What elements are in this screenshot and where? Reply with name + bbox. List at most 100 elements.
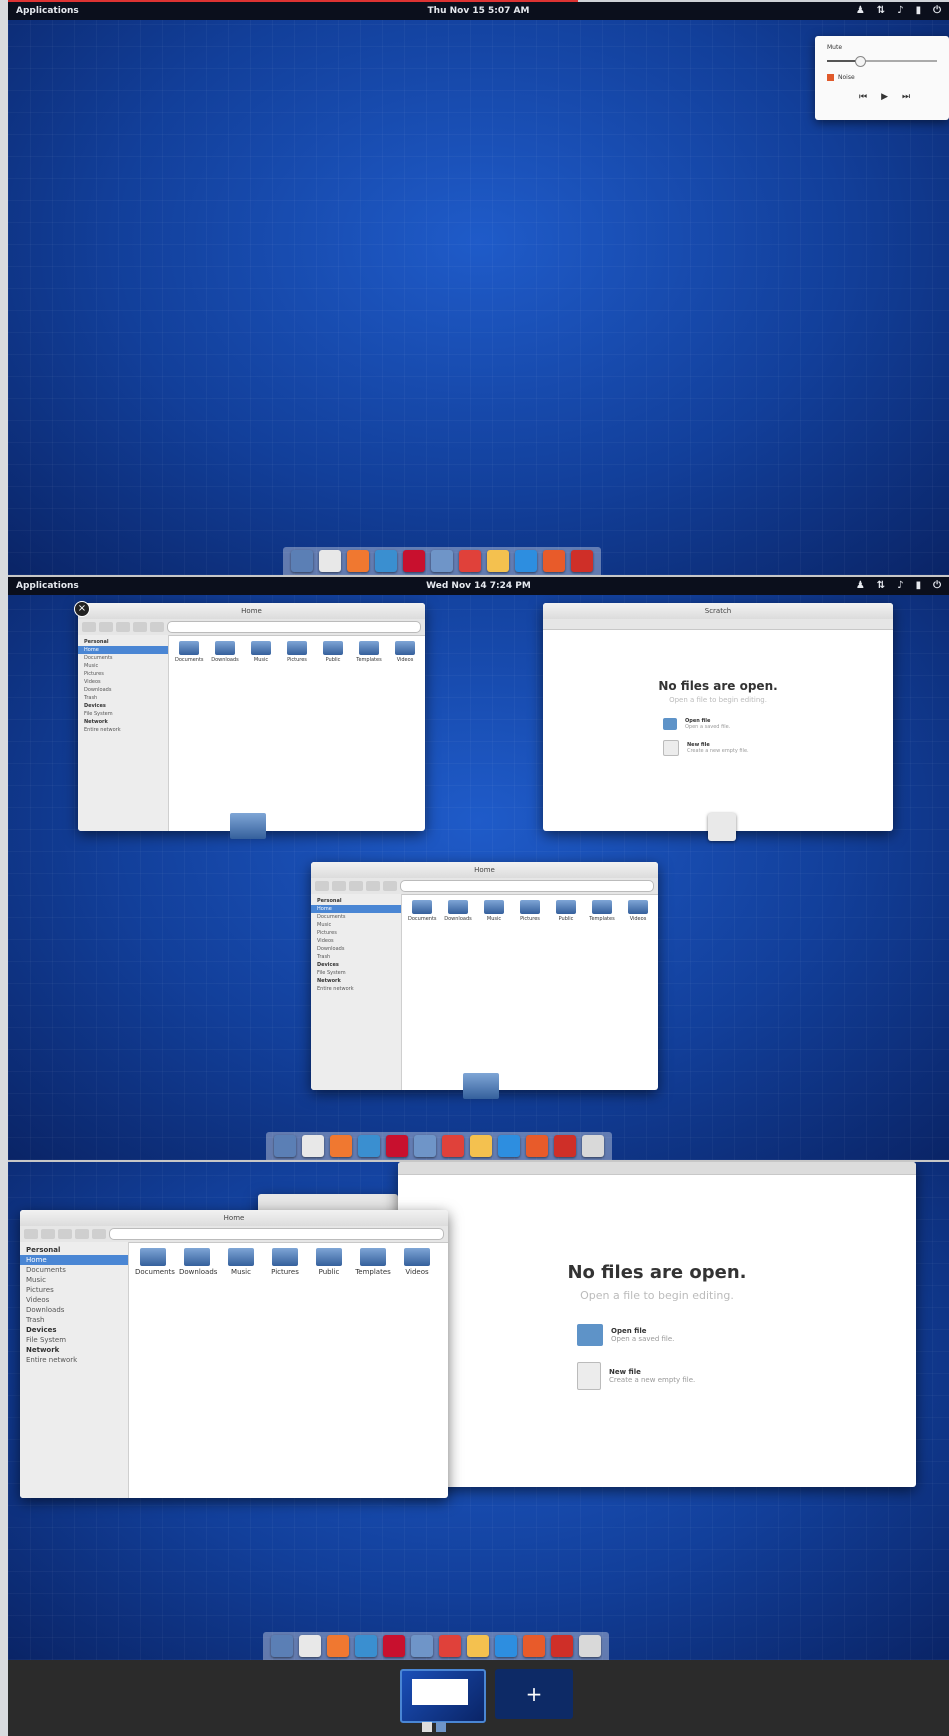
- columns-button[interactable]: [383, 881, 397, 891]
- list-button[interactable]: [133, 622, 147, 632]
- back-button[interactable]: [315, 881, 329, 891]
- notes-icon[interactable]: [470, 1135, 492, 1157]
- sound-icon[interactable]: ♪: [897, 5, 903, 16]
- folder-music[interactable]: Music: [480, 900, 508, 922]
- sidebar-item-documents[interactable]: Documents: [20, 1265, 128, 1275]
- user-icon[interactable]: ♟: [856, 5, 865, 16]
- folder-documents[interactable]: Documents: [408, 900, 437, 922]
- sidebar-item-videos[interactable]: Videos: [78, 678, 168, 686]
- sidebar-item-videos[interactable]: Videos: [20, 1295, 128, 1305]
- network-icon[interactable]: ⇅: [877, 580, 885, 591]
- folder-videos[interactable]: Videos: [399, 1248, 435, 1276]
- battery-icon[interactable]: ▮: [916, 5, 922, 16]
- folder-public[interactable]: Public: [319, 641, 347, 663]
- sidebar-item-trash[interactable]: Trash: [78, 694, 168, 702]
- calendar-icon[interactable]: [459, 550, 481, 572]
- list-button[interactable]: [366, 881, 380, 891]
- columns-button[interactable]: [92, 1229, 106, 1239]
- sidebar-item-music[interactable]: Music: [311, 921, 401, 929]
- web-browser-icon[interactable]: [299, 1635, 321, 1657]
- sidebar-item-file-system[interactable]: File System: [20, 1335, 128, 1345]
- music-icon[interactable]: [327, 1635, 349, 1657]
- app-center-icon[interactable]: [515, 550, 537, 572]
- multitasking-icon[interactable]: [274, 1135, 296, 1157]
- folder-music[interactable]: Music: [247, 641, 275, 663]
- app-center-icon[interactable]: [498, 1135, 520, 1157]
- sidebar-item-entire-network[interactable]: Entire network: [78, 726, 168, 734]
- sidebar-item-music[interactable]: Music: [20, 1275, 128, 1285]
- photos-icon[interactable]: [523, 1635, 545, 1657]
- web-browser-icon[interactable]: [319, 550, 341, 572]
- clock[interactable]: Thu Nov 15 5:07 AM: [428, 6, 530, 16]
- store-icon[interactable]: [551, 1635, 573, 1657]
- sidebar-item-pictures[interactable]: Pictures: [20, 1285, 128, 1295]
- power-icon[interactable]: ⏻: [933, 580, 941, 591]
- battery-icon[interactable]: ▮: [916, 580, 922, 591]
- files-icon[interactable]: [431, 550, 453, 572]
- now-playing[interactable]: Noise: [827, 74, 855, 81]
- volume-slider[interactable]: [827, 56, 937, 67]
- close-window-icon[interactable]: ×: [74, 601, 90, 617]
- sidebar-item-trash[interactable]: Trash: [311, 953, 401, 961]
- forward-button[interactable]: [332, 881, 346, 891]
- folder-templates[interactable]: Templates: [355, 1248, 391, 1276]
- sidebar-item-home[interactable]: Home: [20, 1255, 128, 1265]
- sidebar-item-file-system[interactable]: File System: [78, 710, 168, 718]
- list-button[interactable]: [75, 1229, 89, 1239]
- new-file-button-3[interactable]: New file Create a new empty file.: [577, 1362, 737, 1390]
- applications-menu[interactable]: Applications: [16, 6, 79, 16]
- sidebar-item-downloads[interactable]: Downloads: [20, 1305, 128, 1315]
- video-icon[interactable]: [403, 550, 425, 572]
- open-file-button[interactable]: Open file Open a saved file.: [663, 718, 773, 730]
- sidebar-item-home[interactable]: Home: [311, 905, 401, 913]
- path-bar[interactable]: [400, 880, 654, 892]
- folder-templates[interactable]: Templates: [355, 641, 383, 663]
- sound-icon[interactable]: ♪: [897, 580, 903, 591]
- files-window[interactable]: Home Personal Home Documents Music Pictures Vi…: [20, 1210, 448, 1498]
- user-icon[interactable]: ♟: [856, 580, 865, 591]
- chat-icon[interactable]: [375, 550, 397, 572]
- power-icon[interactable]: ⏻: [933, 5, 941, 16]
- sidebar-item-videos[interactable]: Videos: [311, 937, 401, 945]
- network-icon[interactable]: ⇅: [877, 5, 885, 16]
- previous-icon[interactable]: ⏮: [859, 92, 867, 102]
- files-icon[interactable]: [414, 1135, 436, 1157]
- columns-button[interactable]: [150, 622, 164, 632]
- folder-downloads[interactable]: Downloads: [179, 1248, 217, 1276]
- sidebar-item-pictures[interactable]: Pictures: [78, 670, 168, 678]
- folder-templates[interactable]: Templates: [588, 900, 616, 922]
- text-editor-icon[interactable]: [582, 1135, 604, 1157]
- sidebar-item-pictures[interactable]: Pictures: [311, 929, 401, 937]
- folder-videos[interactable]: Videos: [391, 641, 419, 663]
- chat-icon[interactable]: [355, 1635, 377, 1657]
- photos-icon[interactable]: [526, 1135, 548, 1157]
- sidebar-item-music[interactable]: Music: [78, 662, 168, 670]
- forward-button[interactable]: [99, 622, 113, 632]
- video-icon[interactable]: [383, 1635, 405, 1657]
- editor-window[interactable]: No files are open. Open a file to begin …: [398, 1162, 916, 1487]
- folder-music[interactable]: Music: [223, 1248, 259, 1276]
- folder-pictures[interactable]: Pictures: [516, 900, 544, 922]
- view-button[interactable]: [58, 1229, 72, 1239]
- files-icon[interactable]: [411, 1635, 433, 1657]
- folder-videos[interactable]: Videos: [624, 900, 652, 922]
- music-icon[interactable]: [347, 550, 369, 572]
- path-bar[interactable]: [109, 1228, 444, 1240]
- sidebar-item-trash[interactable]: Trash: [20, 1315, 128, 1325]
- sidebar-item-downloads[interactable]: Downloads: [311, 945, 401, 953]
- new-workspace-button[interactable]: +: [495, 1669, 573, 1719]
- view-button[interactable]: [349, 881, 363, 891]
- app-center-icon[interactable]: [495, 1635, 517, 1657]
- notes-icon[interactable]: [487, 550, 509, 572]
- folder-pictures[interactable]: Pictures: [267, 1248, 303, 1276]
- folder-downloads[interactable]: Downloads: [444, 900, 472, 922]
- clock-2[interactable]: Wed Nov 14 7:24 PM: [426, 581, 531, 591]
- video-icon[interactable]: [386, 1135, 408, 1157]
- sidebar-item-file-system[interactable]: File System: [311, 969, 401, 977]
- applications-menu-2[interactable]: Applications: [16, 581, 79, 591]
- web-browser-icon[interactable]: [302, 1135, 324, 1157]
- folder-public[interactable]: Public: [552, 900, 580, 922]
- photos-icon[interactable]: [543, 550, 565, 572]
- folder-documents[interactable]: Documents: [135, 1248, 175, 1276]
- files-window-thumb-2[interactable]: Home Personal Home Documents Music Pictures Vi…: [311, 862, 658, 1090]
